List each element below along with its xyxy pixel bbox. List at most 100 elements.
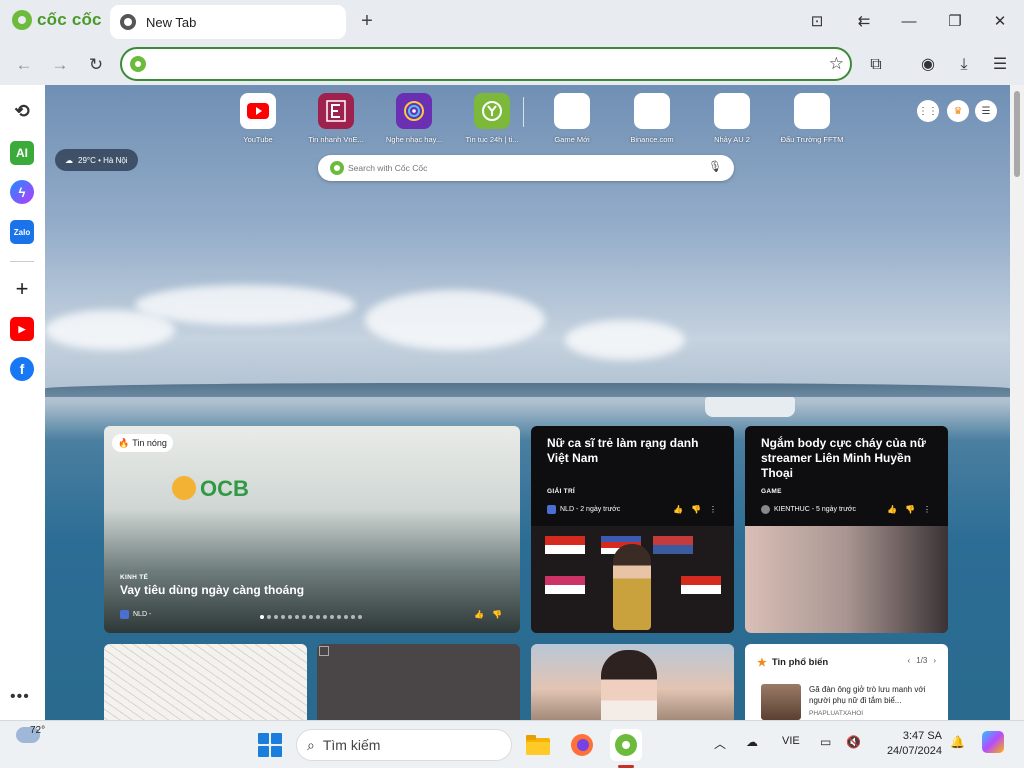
- news-title[interactable]: Vay tiêu dùng ngày càng thoáng: [120, 583, 304, 597]
- youtube-sidebar-icon[interactable]: ▶: [10, 317, 34, 341]
- page-scrollbar[interactable]: [1010, 85, 1024, 720]
- tray-chevron-icon[interactable]: ︿: [714, 735, 726, 752]
- speed-dial-label: YouTube: [243, 135, 273, 144]
- weather-text: 29°C • Hà Nội: [78, 155, 128, 165]
- like-icon[interactable]: 👍: [474, 610, 484, 619]
- cloud-decoration: [565, 320, 685, 360]
- speed-dial-item[interactable]: Nhảy AU 2: [694, 93, 770, 144]
- weather-widget[interactable]: ☁ 29°C • Hà Nội: [55, 149, 138, 171]
- address-input[interactable]: [152, 53, 822, 75]
- profile-icon[interactable]: ◉: [916, 53, 940, 77]
- notification-bell-icon[interactable]: 🔔: [950, 735, 965, 749]
- carousel-dots[interactable]: [260, 615, 362, 619]
- news-category: GIẢI TRÍ: [547, 488, 576, 495]
- news-image: [745, 526, 948, 633]
- dislike-icon[interactable]: 👎: [492, 610, 502, 619]
- start-button[interactable]: [258, 733, 282, 757]
- add-sidebar-app-icon[interactable]: +: [10, 276, 34, 301]
- maximize-button[interactable]: ❐: [943, 10, 967, 34]
- next-page-icon[interactable]: ›: [933, 656, 936, 665]
- customize-icon[interactable]: ☰: [975, 100, 997, 122]
- download-icon[interactable]: ⤓: [952, 53, 976, 77]
- speed-dial-item[interactable]: Game Mới: [534, 93, 610, 144]
- close-window-button[interactable]: ✕: [988, 10, 1012, 34]
- address-bar[interactable]: ☆: [120, 47, 852, 81]
- crown-icon[interactable]: ♛: [947, 100, 969, 122]
- popular-item-title[interactable]: Gã đàn ông giở trò lưu manh với người ph…: [809, 684, 939, 706]
- extensions-icon[interactable]: ⧉: [864, 53, 888, 77]
- network-off-icon[interactable]: ☁: [746, 735, 758, 749]
- news-card[interactable]: [317, 644, 520, 720]
- speed-dial-item[interactable]: Tin tuc 24h | ti...: [454, 93, 530, 144]
- speed-dial-label: Tin nhanh VnE...: [308, 135, 364, 144]
- firefox-icon[interactable]: [566, 729, 598, 761]
- speed-dial-item[interactable]: Đấu Trường FFTM: [774, 93, 850, 144]
- language-indicator[interactable]: VIE: [782, 735, 800, 747]
- news-title[interactable]: Ngắm body cực cháy của nữ streamer Liên …: [761, 436, 937, 481]
- prev-page-icon[interactable]: ‹: [908, 656, 911, 665]
- news-source: NLD -: [120, 610, 151, 619]
- menu-icon[interactable]: ☰: [988, 53, 1012, 77]
- blank-site-icon: [554, 93, 590, 129]
- more-icon[interactable]: ⋮: [923, 505, 931, 514]
- search-tabs-icon[interactable]: ⊡: [805, 10, 829, 34]
- dislike-icon[interactable]: 👎: [691, 505, 701, 514]
- browser-toolbar: ← → ↻ ☆ ⧉ ◉ ⤓ ☰: [0, 44, 1024, 85]
- microphone-icon[interactable]: 🎙: [708, 160, 722, 173]
- minimize-button[interactable]: —: [897, 10, 921, 34]
- tab-back-icon[interactable]: ⇇: [852, 10, 876, 34]
- tab-new-tab[interactable]: New Tab: [110, 5, 346, 39]
- file-explorer-icon[interactable]: [522, 729, 554, 761]
- back-button[interactable]: ←: [12, 53, 36, 77]
- zalo-icon[interactable]: Zalo: [10, 220, 34, 244]
- news-card[interactable]: Ngắm body cực cháy của nữ streamer Liên …: [745, 426, 948, 633]
- apps-grid-icon[interactable]: ⋮⋮: [917, 100, 939, 122]
- sidebar-more-icon[interactable]: •••: [10, 688, 30, 706]
- popular-thumbnail[interactable]: [761, 684, 801, 720]
- copilot-icon[interactable]: [982, 731, 1004, 753]
- facebook-sidebar-icon[interactable]: f: [10, 357, 34, 381]
- volume-muted-icon[interactable]: 🔇: [846, 735, 861, 749]
- popular-item-source: PHAPLUATXAHOI: [809, 710, 864, 717]
- messenger-icon[interactable]: ϟ: [10, 180, 34, 204]
- news-title[interactable]: Nữ ca sĩ trẻ làm rạng danh Việt Nam: [547, 436, 723, 466]
- news-source: NLD - 2 ngày trước: [547, 505, 620, 514]
- like-icon[interactable]: 👍: [887, 505, 897, 514]
- speed-dial-item[interactable]: Nghe nhạc hay...: [376, 93, 452, 144]
- coccoc-taskbar-icon[interactable]: [610, 729, 642, 761]
- browser-brand[interactable]: cốc cốc: [12, 10, 102, 30]
- taskbar-search[interactable]: ⌕ Tìm kiếm: [296, 729, 512, 761]
- coccoc-search-icon: [130, 56, 146, 72]
- scrollbar-thumb[interactable]: [1014, 91, 1020, 177]
- bookmark-star-icon[interactable]: ☆: [829, 53, 844, 75]
- news-card[interactable]: [531, 644, 734, 720]
- taskbar-search-placeholder: Tìm kiếm: [322, 737, 381, 753]
- news-actions: 👍 👎: [474, 610, 502, 619]
- cloud-decoration: [365, 290, 545, 350]
- more-icon[interactable]: ⋮: [709, 505, 717, 514]
- forward-button[interactable]: →: [48, 53, 72, 77]
- speed-dial-item[interactable]: YouTube: [220, 93, 296, 144]
- broken-image-icon: [319, 646, 329, 656]
- speed-dial-label: Đấu Trường FFTM: [780, 135, 844, 144]
- news-category: KINH TẾ: [120, 574, 149, 581]
- speed-dial-item[interactable]: Binance.com: [614, 93, 690, 144]
- news-card-hot[interactable]: OCB 🔥 Tin nóng KINH TẾ Vay tiêu dùng ngà…: [104, 426, 520, 633]
- dislike-icon[interactable]: 👎: [905, 505, 915, 514]
- new-tab-button[interactable]: +: [356, 10, 378, 32]
- newtab-search-input[interactable]: [348, 160, 698, 176]
- fire-icon: 🔥: [118, 437, 130, 448]
- speed-dial-item[interactable]: Tin nhanh VnE...: [298, 93, 374, 144]
- newtab-search-box[interactable]: 🎙: [318, 155, 734, 181]
- history-icon[interactable]: ⟲: [10, 99, 34, 123]
- popular-heading: ★ Tin phổ biến: [757, 656, 828, 669]
- taskbar-clock[interactable]: 3:47 SA 24/07/2024: [876, 729, 942, 759]
- source-icon: [120, 610, 129, 619]
- display-icon[interactable]: ▭: [820, 735, 831, 749]
- like-icon[interactable]: 👍: [673, 505, 683, 514]
- taskbar-weather[interactable]: 72°: [16, 725, 45, 743]
- ai-chat-icon[interactable]: AI: [10, 141, 34, 165]
- news-card[interactable]: Nữ ca sĩ trẻ làm rạng danh Việt Nam GIẢI…: [531, 426, 734, 633]
- reload-button[interactable]: ↻: [84, 53, 108, 77]
- news-card[interactable]: [104, 644, 307, 720]
